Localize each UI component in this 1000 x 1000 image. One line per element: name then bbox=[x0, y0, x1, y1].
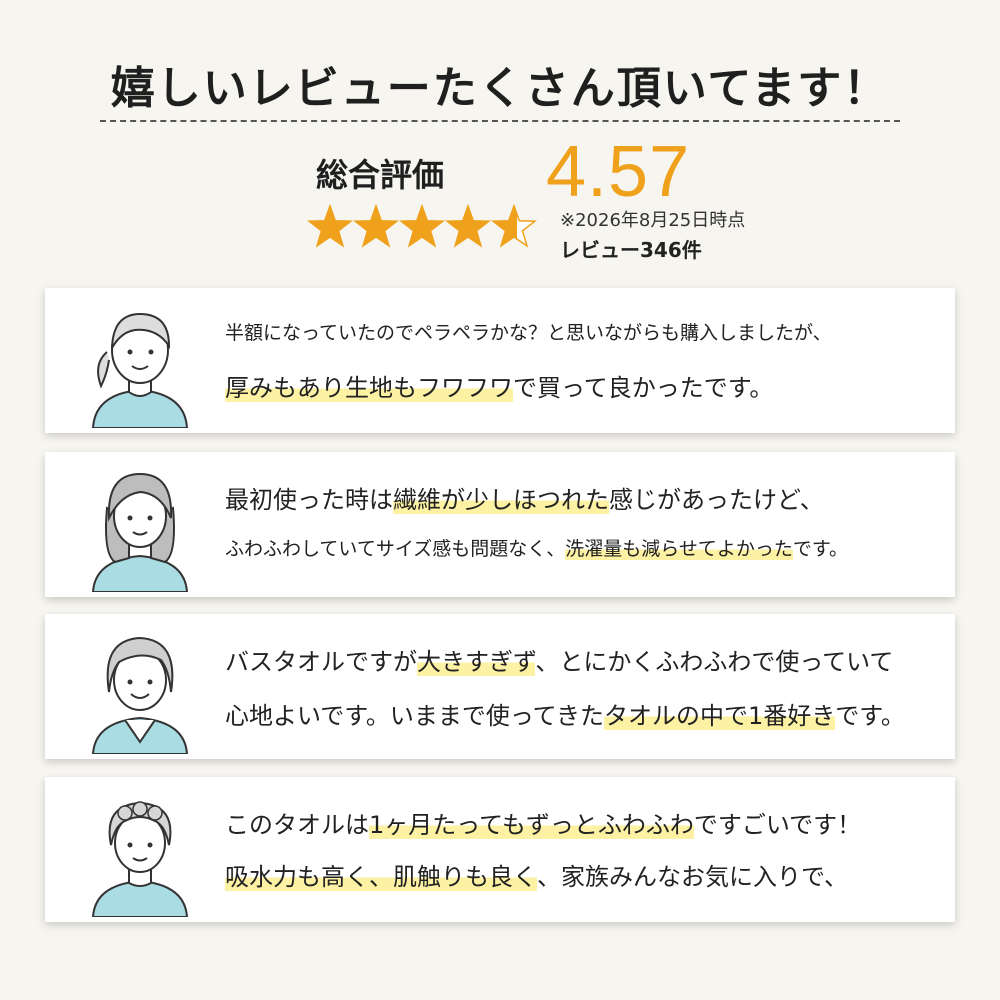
review-line: 最初使った時は繊維が少しほつれた感じがあったけど、 bbox=[225, 480, 824, 515]
elderly-woman-icon bbox=[91, 801, 189, 917]
review-card: バスタオルですが大きすぎず、とにかくふわふわで使っていて 心地よいです。いままで… bbox=[45, 614, 955, 759]
woman-long-hair-icon bbox=[91, 472, 189, 592]
review-line: このタオルは1ヶ月たってもずっとふわふわですごいです！ bbox=[225, 805, 861, 840]
star-rating bbox=[306, 203, 538, 248]
divider bbox=[100, 120, 900, 122]
review-text: このタオルは bbox=[225, 811, 369, 839]
star-icon bbox=[352, 203, 400, 248]
review-text: ですごいです！ bbox=[693, 811, 862, 839]
older-woman-icon bbox=[91, 636, 189, 754]
star-icon bbox=[444, 203, 492, 248]
review-count: レビュー346件 bbox=[560, 238, 702, 262]
woman-ponytail-icon bbox=[91, 312, 189, 428]
review-card: このタオルは1ヶ月たってもずっとふわふわですごいです！ 吸水力も高く、肌触りも良… bbox=[45, 777, 955, 922]
as-of-date: ※2026年8月25日時点 bbox=[560, 210, 746, 231]
review-text: 感じがあったけど、 bbox=[609, 486, 824, 514]
review-line: 吸水力も高く、肌触りも良く、家族みんなお気に入りで、 bbox=[225, 857, 848, 892]
star-icon bbox=[306, 203, 354, 248]
page-title: 嬉しいレビューたくさん頂いてます！ bbox=[110, 63, 890, 114]
review-line: 厚みもあり生地もフワフワで買って良かったです。 bbox=[225, 368, 773, 403]
review-line: 半額になっていたのでペラペラかな？と思いながらも購入しましたが、 bbox=[225, 318, 832, 345]
review-text: です。 bbox=[835, 702, 905, 730]
review-highlight: 洗濯量も減らせてよかった bbox=[565, 538, 793, 560]
review-card: 半額になっていたのでペラペラかな？と思いながらも購入しましたが、 厚みもあり生地… bbox=[45, 288, 955, 433]
review-line: 心地よいです。いままで使ってきたタオルの中で1番好きです。 bbox=[225, 696, 905, 731]
review-text: 半額になっていたのでペラペラかな？と思いながらも購入しましたが、 bbox=[225, 322, 832, 344]
review-line: バスタオルですが大きすぎず、とにかくふわふわで使っていて bbox=[225, 642, 893, 677]
review-text: バスタオルですが bbox=[225, 648, 417, 676]
review-highlight: タオルの中で1番好き bbox=[603, 702, 836, 730]
star-icon bbox=[398, 203, 446, 248]
review-highlight: 1ヶ月たってもずっとふわふわ bbox=[369, 811, 694, 839]
rating-score: 4.57 bbox=[546, 132, 691, 212]
review-highlight: 繊維が少しほつれた bbox=[393, 486, 609, 514]
review-text: 最初使った時は bbox=[225, 486, 393, 514]
review-line: ふわふわしていてサイズ感も問題なく、洗濯量も減らせてよかったです。 bbox=[225, 534, 848, 561]
review-text: ふわふわしていてサイズ感も問題なく、 bbox=[225, 538, 566, 560]
review-text: 、家族みんなお気に入りで、 bbox=[537, 863, 849, 891]
review-highlight: 大きすぎず bbox=[417, 648, 536, 676]
rating-label: 総合評価 bbox=[316, 156, 445, 194]
review-highlight: 厚みもあり生地もフワフワ bbox=[225, 374, 513, 402]
review-text: です。 bbox=[792, 538, 849, 560]
star-icon bbox=[490, 203, 538, 248]
review-text: 、とにかくふわふわで使っていて bbox=[535, 648, 894, 676]
review-highlight: 吸水力も高く、肌触りも良く bbox=[225, 863, 537, 891]
review-text: で買って良かったです。 bbox=[513, 374, 774, 402]
review-text: 心地よいです。いままで使ってきた bbox=[225, 702, 604, 730]
review-card: 最初使った時は繊維が少しほつれた感じがあったけど、 ふわふわしていてサイズ感も問… bbox=[45, 452, 955, 597]
